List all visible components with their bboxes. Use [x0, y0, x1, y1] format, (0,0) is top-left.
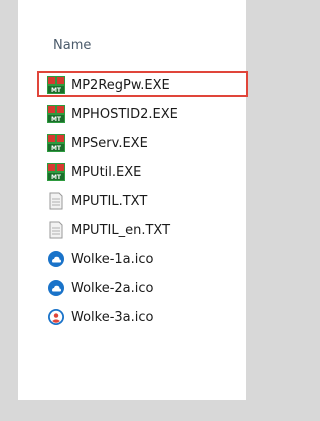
file-row-mpserv[interactable]: MT MPServ.EXE [47, 128, 257, 158]
file-name: Wolke-3a.ico [71, 309, 154, 325]
file-row-wolke-2a[interactable]: Wolke-2a.ico [47, 273, 257, 303]
file-row-wolke-1a[interactable]: Wolke-1a.ico [47, 244, 257, 274]
file-name: Wolke-2a.ico [71, 280, 154, 296]
file-row-mputil-txt[interactable]: MPUTIL.TXT [47, 186, 257, 216]
mt-exe-icon: MT [47, 134, 65, 152]
file-row-mp2regpw[interactable]: MT MP2RegPw.EXE [47, 70, 257, 100]
mt-exe-icon: MT [47, 105, 65, 123]
svg-text:MT: MT [51, 145, 62, 152]
text-file-icon [47, 221, 65, 239]
file-name: MPHOSTID2.EXE [71, 106, 178, 122]
file-name: MPUtil.EXE [71, 164, 142, 180]
file-name: MPUTIL_en.TXT [71, 222, 171, 238]
svg-text:MT: MT [51, 116, 62, 123]
cloud-icon [47, 250, 65, 268]
file-row-mputil-exe[interactable]: MT MPUtil.EXE [47, 157, 257, 187]
mt-exe-icon: MT [47, 76, 65, 94]
file-row-mphostid2[interactable]: MT MPHOSTID2.EXE [47, 99, 257, 129]
svg-text:MT: MT [51, 87, 62, 94]
file-row-wolke-3a[interactable]: Wolke-3a.ico [47, 302, 257, 332]
file-name: Wolke-1a.ico [71, 251, 154, 267]
file-name: MPServ.EXE [71, 135, 148, 151]
mt-exe-icon: MT [47, 163, 65, 181]
cloud-user-icon [47, 308, 65, 326]
name-column-header[interactable]: Name [53, 38, 91, 53]
cloud-icon [47, 279, 65, 297]
file-name: MP2RegPw.EXE [71, 77, 170, 93]
file-row-mputil-en-txt[interactable]: MPUTIL_en.TXT [47, 215, 257, 245]
file-name: MPUTIL.TXT [71, 193, 148, 209]
text-file-icon [47, 192, 65, 210]
svg-text:MT: MT [51, 174, 62, 181]
